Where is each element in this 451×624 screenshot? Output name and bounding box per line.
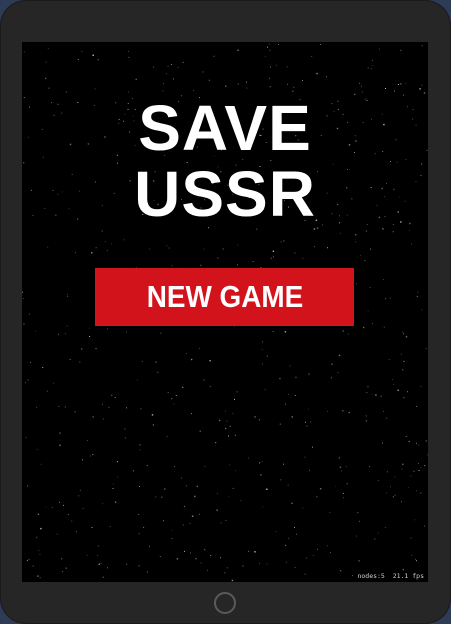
new-game-button[interactable]: NEW GAME bbox=[95, 268, 354, 326]
game-screen: SAVE USSR NEW GAME nodes:5 21.1 fps bbox=[22, 42, 428, 582]
home-button[interactable] bbox=[214, 592, 236, 614]
tablet-frame: SAVE USSR NEW GAME nodes:5 21.1 fps bbox=[0, 0, 451, 624]
fps-counter: 21.1 fps bbox=[392, 572, 424, 580]
new-game-label: NEW GAME bbox=[146, 279, 303, 314]
game-title-line-2: USSR bbox=[134, 158, 316, 230]
debug-stats: nodes:5 21.1 fps bbox=[357, 572, 424, 580]
node-count: nodes:5 bbox=[357, 572, 385, 580]
game-title-line-1: SAVE bbox=[138, 92, 312, 164]
